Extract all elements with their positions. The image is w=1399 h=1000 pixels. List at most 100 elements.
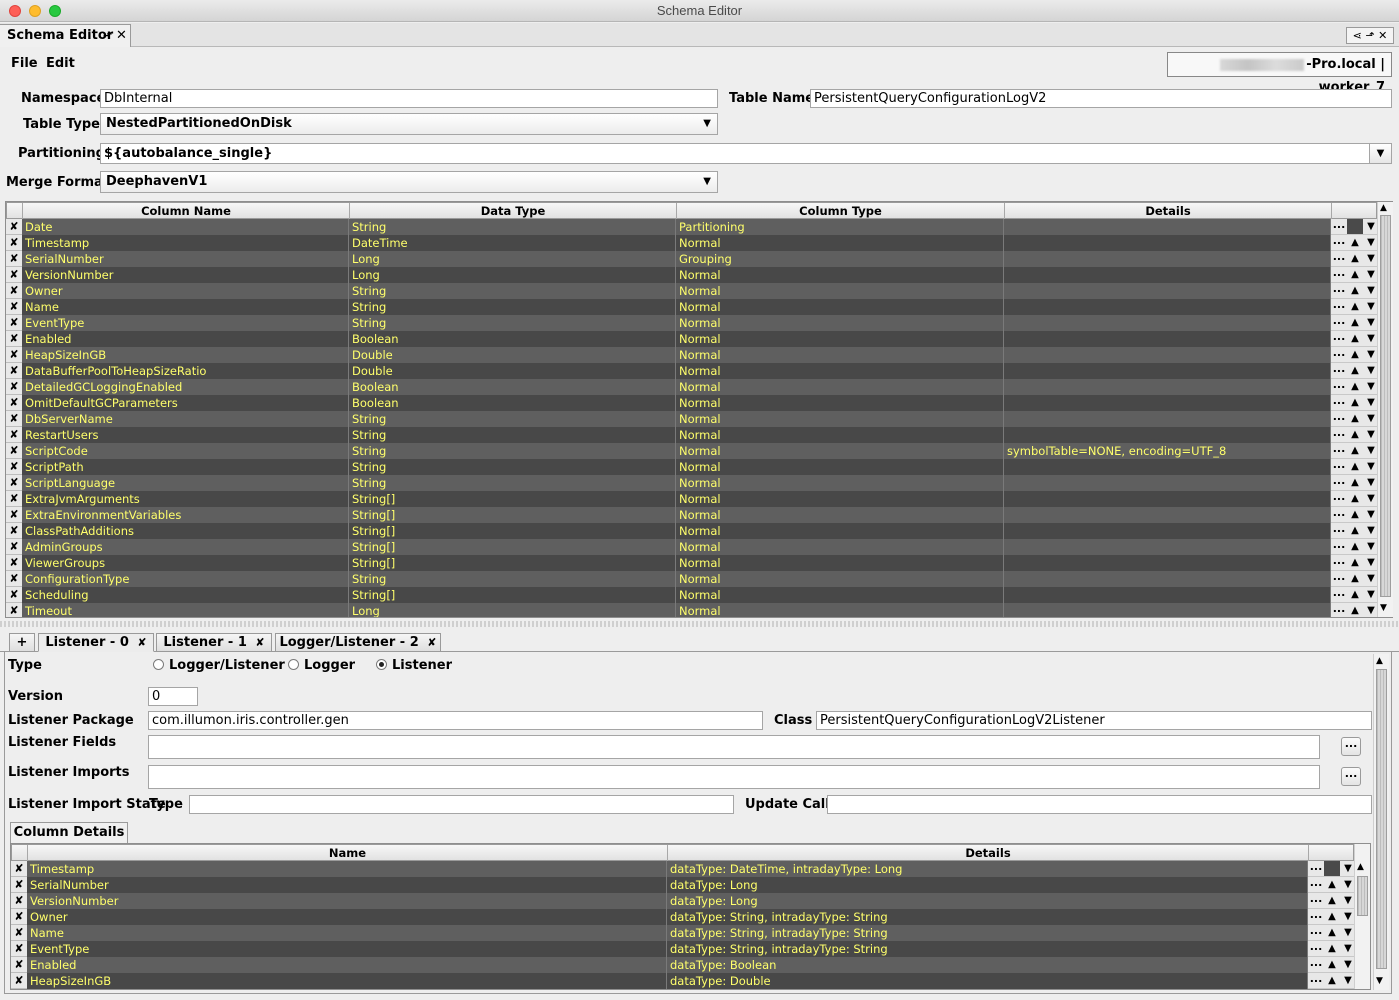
data-type-cell[interactable]: String[] [349, 555, 676, 571]
details-cell[interactable]: dataType: String, intradayType: String [667, 941, 1308, 957]
details-more-button[interactable]: ... [1331, 395, 1347, 411]
move-down-icon[interactable]: ▼ [1363, 411, 1377, 427]
delete-row-icon[interactable]: ✘ [6, 443, 22, 459]
table-row[interactable]: ✘ Name dataType: String, intradayType: Str… [11, 925, 1354, 941]
column-name-cell[interactable]: VersionNumber [22, 267, 349, 283]
move-up-icon[interactable]: ▲ [1324, 877, 1340, 893]
table-row[interactable]: ✘ SerialNumber dataType: Long... ▲ ▼ [11, 877, 1354, 893]
details-more-button[interactable]: ... [1308, 877, 1324, 893]
move-down-icon[interactable]: ▼ [1363, 299, 1377, 315]
details-more-button[interactable]: ... [1331, 459, 1347, 475]
table-row[interactable]: ✘ Enabled Boolean Normal... ▲ ▼ [6, 331, 1377, 347]
delete-row-icon[interactable]: ✘ [11, 861, 27, 877]
delete-row-icon[interactable]: ✘ [6, 475, 22, 491]
move-up-icon[interactable]: ▲ [1347, 507, 1363, 523]
table-row[interactable]: ✘ ConfigurationType String Normal... ▲ ▼ [6, 571, 1377, 587]
table-row[interactable]: ✘ HeapSizeInGB dataType: Double... ▲ ▼ [11, 973, 1354, 989]
move-up-icon[interactable]: ▲ [1347, 331, 1363, 347]
data-type-cell[interactable]: String[] [349, 539, 676, 555]
move-up-icon[interactable]: ▲ [1347, 235, 1363, 251]
details-cell[interactable] [1004, 491, 1331, 507]
move-down-icon[interactable]: ▼ [1363, 587, 1377, 603]
table-row[interactable]: ✘ DetailedGCLoggingEnabled Boolean Normal..… [6, 379, 1377, 395]
details-more-button[interactable]: ... [1331, 555, 1347, 571]
move-down-icon[interactable]: ▼ [1363, 363, 1377, 379]
data-type-cell[interactable]: String [349, 459, 676, 475]
data-type-cell[interactable]: String[] [349, 523, 676, 539]
data-type-cell[interactable]: Long [349, 267, 676, 283]
delete-row-icon[interactable]: ✘ [6, 411, 22, 427]
column-type-cell[interactable]: Grouping [676, 251, 1004, 267]
delete-row-icon[interactable]: ✘ [6, 523, 22, 539]
partitioning-field[interactable]: ${autobalance_single} ▼ [100, 143, 1392, 164]
move-up-icon[interactable]: ▲ [1347, 267, 1363, 283]
column-name-cell[interactable]: Scheduling [22, 587, 349, 603]
details-more-button[interactable]: ... [1331, 315, 1347, 331]
listener-scrollbar[interactable]: ▲ ▼ [1373, 654, 1389, 990]
move-down-icon[interactable]: ▼ [1340, 893, 1354, 909]
details-more-button[interactable]: ... [1308, 925, 1324, 941]
data-type-cell[interactable]: Boolean [349, 379, 676, 395]
header-details[interactable]: Details [668, 845, 1309, 861]
table-row[interactable]: ✘ Timestamp DateTime Normal... ▲ ▼ [6, 235, 1377, 251]
pin-icon[interactable]: ⬏ [103, 25, 112, 47]
header-details[interactable]: Details [1005, 203, 1332, 219]
column-type-cell[interactable]: Normal [676, 283, 1004, 299]
details-more-button[interactable]: ... [1331, 347, 1347, 363]
table-row[interactable]: ✘ Date String Partitioning... ▼ [6, 219, 1377, 235]
move-down-icon[interactable]: ▼ [1363, 539, 1377, 555]
details-cell[interactable] [1004, 267, 1331, 283]
header-column-name[interactable]: Column Name [23, 203, 350, 219]
column-type-cell[interactable]: Normal [676, 475, 1004, 491]
close-tab-icon[interactable]: ✘ [137, 636, 146, 649]
data-type-cell[interactable]: String[] [349, 491, 676, 507]
name-cell[interactable]: SerialNumber [27, 877, 667, 893]
listener-imports-more-button[interactable]: ... [1341, 767, 1361, 786]
column-type-cell[interactable]: Normal [676, 379, 1004, 395]
details-more-button[interactable]: ... [1331, 539, 1347, 555]
delete-row-icon[interactable]: ✘ [6, 267, 22, 283]
minimize-window-button[interactable] [29, 5, 41, 17]
namespace-field[interactable]: DbInternal [100, 89, 718, 108]
details-cell[interactable] [1004, 219, 1331, 235]
move-down-icon[interactable]: ▼ [1363, 443, 1377, 459]
details-cell[interactable]: dataType: String, intradayType: String [667, 925, 1308, 941]
scroll-thumb[interactable] [1357, 876, 1368, 916]
details-cell[interactable]: dataType: Long [667, 893, 1308, 909]
column-name-cell[interactable]: ScriptLanguage [22, 475, 349, 491]
class-field[interactable]: PersistentQueryConfigurationLogV2Listene… [816, 711, 1372, 730]
details-more-button[interactable]: ... [1331, 331, 1347, 347]
details-cell[interactable] [1004, 283, 1331, 299]
column-type-cell[interactable]: Normal [676, 459, 1004, 475]
details-more-button[interactable]: ... [1331, 363, 1347, 379]
undock-icon[interactable]: ⬏ [1365, 29, 1374, 42]
delete-row-icon[interactable]: ✘ [6, 235, 22, 251]
scroll-down-icon[interactable]: ▼ [1376, 976, 1383, 986]
schema-editor-doc-tab[interactable]: Schema Editor ⬏ ✕ [0, 24, 131, 47]
maximize-window-button[interactable] [49, 5, 61, 17]
add-listener-tab-button[interactable]: + [9, 633, 35, 652]
data-type-cell[interactable]: String [349, 427, 676, 443]
delete-row-icon[interactable]: ✘ [6, 427, 22, 443]
table-row[interactable]: ✘ DbServerName String Normal... ▲ ▼ [6, 411, 1377, 427]
listener-package-field[interactable]: com.illumon.iris.controller.gen [148, 711, 763, 730]
column-name-cell[interactable]: OmitDefaultGCParameters [22, 395, 349, 411]
scroll-down-icon[interactable]: ▼ [1380, 603, 1387, 613]
move-down-icon[interactable]: ▼ [1363, 507, 1377, 523]
table-row[interactable]: ✘ ScriptLanguage String Normal... ▲ ▼ [6, 475, 1377, 491]
details-cell[interactable] [1004, 363, 1331, 379]
move-down-icon[interactable]: ▼ [1363, 283, 1377, 299]
table-row[interactable]: ✘ RestartUsers String Normal... ▲ ▼ [6, 427, 1377, 443]
move-down-icon[interactable]: ▼ [1363, 475, 1377, 491]
details-more-button[interactable]: ... [1308, 957, 1324, 973]
table-row[interactable]: ✘ ClassPathAdditions String[] Normal... ▲ ▼ [6, 523, 1377, 539]
move-up-icon[interactable]: ▲ [1324, 941, 1340, 957]
import-state-type-field[interactable] [189, 795, 734, 814]
column-type-cell[interactable]: Normal [676, 411, 1004, 427]
table-row[interactable]: ✘ Timestamp dataType: DateTime, intradayTy… [11, 861, 1354, 877]
details-more-button[interactable]: ... [1331, 283, 1347, 299]
delete-row-icon[interactable]: ✘ [6, 283, 22, 299]
delete-row-icon[interactable]: ✘ [6, 507, 22, 523]
column-name-cell[interactable]: DbServerName [22, 411, 349, 427]
move-down-icon[interactable]: ▼ [1363, 523, 1377, 539]
